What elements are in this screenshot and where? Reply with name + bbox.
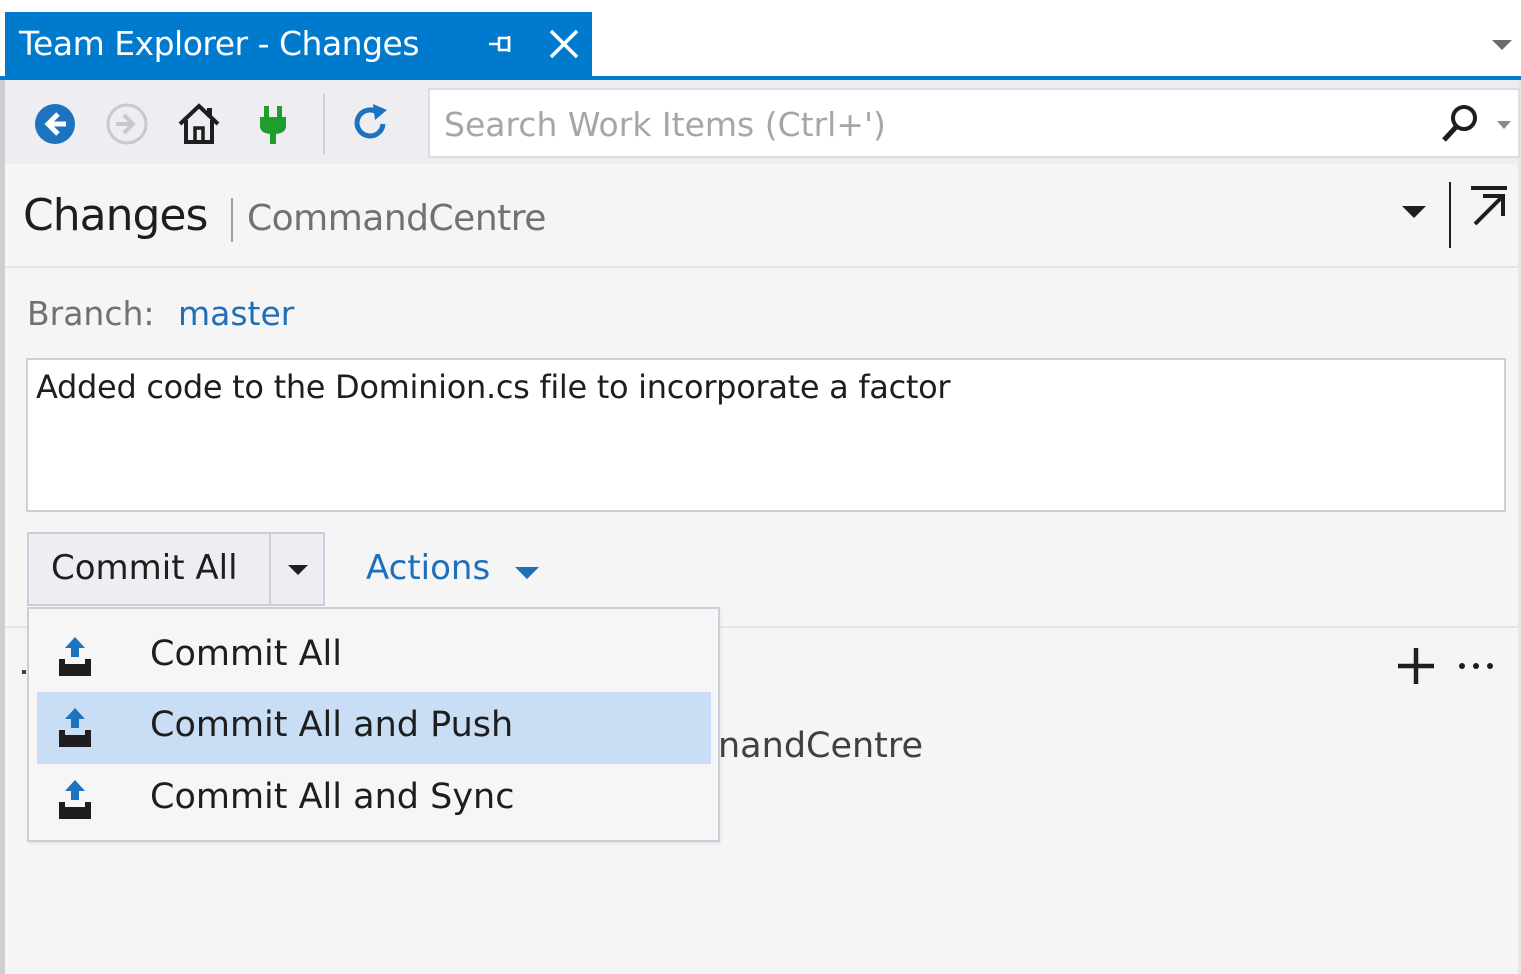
repository-partial-label: nandCentre [718, 726, 924, 766]
pin-icon[interactable] [487, 30, 517, 58]
search-input[interactable] [442, 96, 1406, 152]
actions-menu-link[interactable]: Actions [366, 548, 490, 588]
section-expander [22, 670, 26, 674]
commit-options-menu: Commit All Commit All and Push Commit Al… [27, 607, 720, 842]
undock-icon[interactable] [1467, 184, 1511, 228]
tab-team-explorer[interactable]: Team Explorer - Changes [5, 12, 592, 78]
toolbar-separator [323, 94, 325, 154]
commit-all-label: Commit All [51, 548, 238, 588]
tab-strip: Team Explorer - Changes [0, 0, 1521, 80]
page-navigation-dropdown-icon[interactable] [1401, 204, 1427, 220]
close-icon[interactable] [546, 26, 582, 62]
back-arrow-icon[interactable] [33, 102, 77, 146]
search-work-items-box[interactable] [428, 88, 1520, 158]
repository-name: CommandCentre [247, 198, 546, 239]
tab-title: Team Explorer - Changes [19, 24, 420, 63]
toolbar [5, 80, 1520, 164]
menu-item-commit-all-and-push[interactable]: Commit All and Push [37, 692, 711, 764]
commit-push-icon [59, 708, 91, 747]
connect-plug-icon[interactable] [251, 102, 295, 146]
actions-dropdown-icon[interactable] [514, 566, 540, 580]
page-header: Changes CommandCentre [5, 164, 1518, 268]
commit-all-split-button: Commit All [27, 532, 325, 606]
page-title: Changes [23, 190, 208, 241]
commit-options-dropdown[interactable] [271, 534, 323, 604]
menu-item-label: Commit All and Push [150, 705, 514, 745]
tab-overflow-dropdown-icon[interactable] [1490, 38, 1514, 52]
search-options-dropdown-icon[interactable] [1496, 120, 1512, 130]
home-icon[interactable] [177, 102, 221, 146]
branch-label: Branch: [27, 294, 155, 333]
commit-message-field[interactable] [26, 358, 1506, 512]
commit-sync-icon [59, 780, 91, 819]
menu-item-commit-all-and-sync[interactable]: Commit All and Sync [37, 764, 711, 836]
menu-item-commit-all[interactable]: Commit All [37, 621, 711, 693]
search-icon[interactable] [1438, 102, 1482, 146]
team-explorer-window: Team Explorer - Changes Search Work Item… [0, 0, 1521, 974]
commit-all-button[interactable]: Commit All [29, 534, 271, 604]
refresh-icon[interactable] [349, 102, 393, 146]
branch-link[interactable]: master [178, 294, 294, 333]
menu-item-label: Commit All and Sync [150, 777, 515, 817]
chevron-down-icon [288, 565, 308, 575]
commit-upload-icon [59, 637, 91, 676]
forward-arrow-icon[interactable] [105, 102, 149, 146]
header-separator [1449, 182, 1451, 248]
add-icon[interactable] [1394, 644, 1438, 688]
menu-item-label: Commit All [150, 634, 343, 674]
title-separator [231, 198, 233, 242]
more-options-icon[interactable] [1456, 660, 1496, 672]
